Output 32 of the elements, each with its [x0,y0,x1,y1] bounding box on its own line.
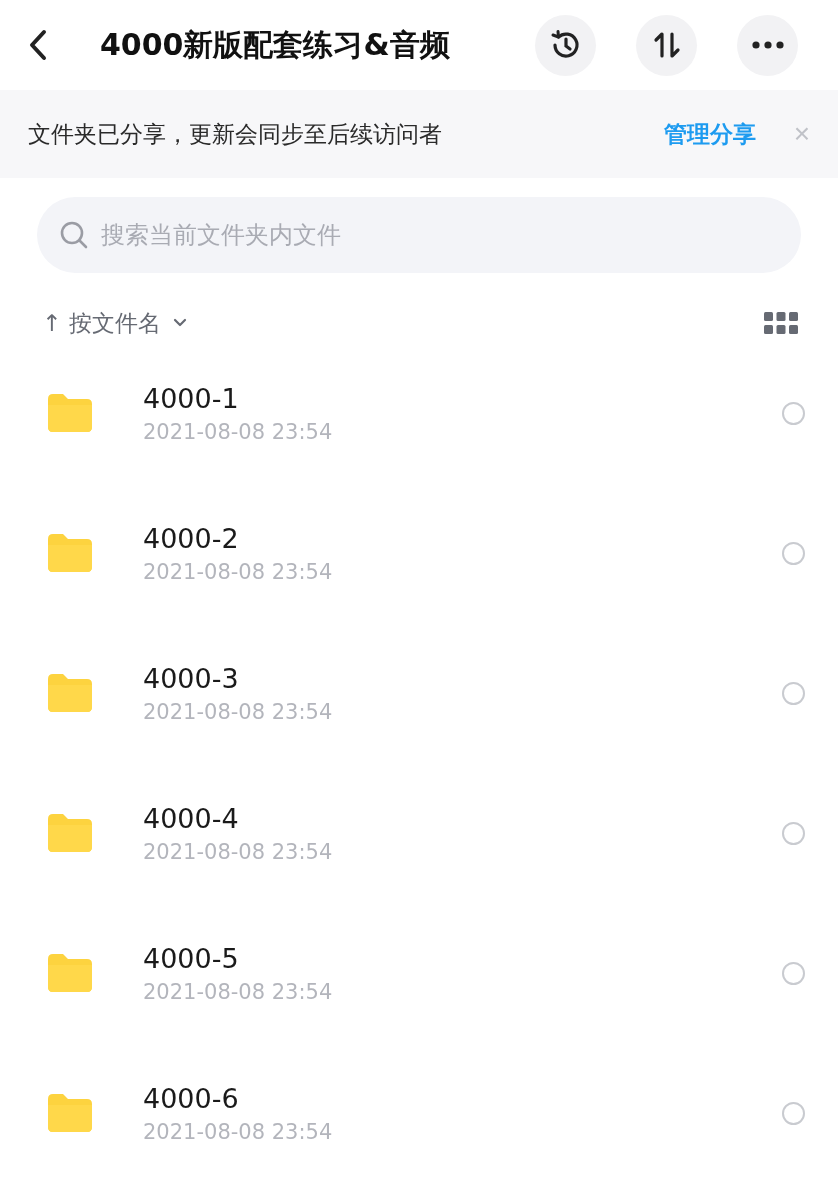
caret-icon [172,318,187,328]
folder-icon [48,1094,92,1132]
grid-view-icon[interactable] [764,312,798,334]
folder-icon [48,534,92,572]
select-radio[interactable] [782,1101,805,1125]
sort-by-name-button[interactable]: ↑ 按文件名 [42,307,187,339]
select-radio[interactable] [782,961,805,985]
file-date: 2021-08-08 23:54 [143,699,333,724]
folder-icon [48,954,92,992]
folder-icon [48,394,92,432]
folder-icon [48,674,92,712]
window-title: 4000新版配套练习&音频 [100,25,450,64]
select-radio[interactable] [782,401,805,425]
file-date: 2021-08-08 23:54 [143,419,333,444]
file-date: 2021-08-08 23:54 [143,979,333,1004]
file-date: 2021-08-08 23:54 [143,559,333,584]
file-date: 2021-08-08 23:54 [143,1119,333,1144]
more-icon [750,40,785,50]
file-name[interactable]: 4000-5 [143,942,333,974]
select-radio[interactable] [782,681,805,705]
banner-text: 文件夹已分享，更新会同步至后续访问者 [28,119,442,149]
select-radio[interactable] [782,821,805,845]
file-date: 2021-08-08 23:54 [143,839,333,864]
file-name[interactable]: 4000-6 [143,1082,333,1114]
search-field[interactable]: 搜索当前文件夹内文件 [37,197,801,273]
folder-icon [48,814,92,852]
file-name[interactable]: 4000-3 [143,662,333,694]
file-name[interactable]: 4000-2 [143,522,333,554]
file-name[interactable]: 4000-1 [143,382,333,414]
file-name[interactable]: 4000-4 [143,802,333,834]
select-radio[interactable] [782,541,805,565]
back-icon[interactable] [28,29,48,61]
